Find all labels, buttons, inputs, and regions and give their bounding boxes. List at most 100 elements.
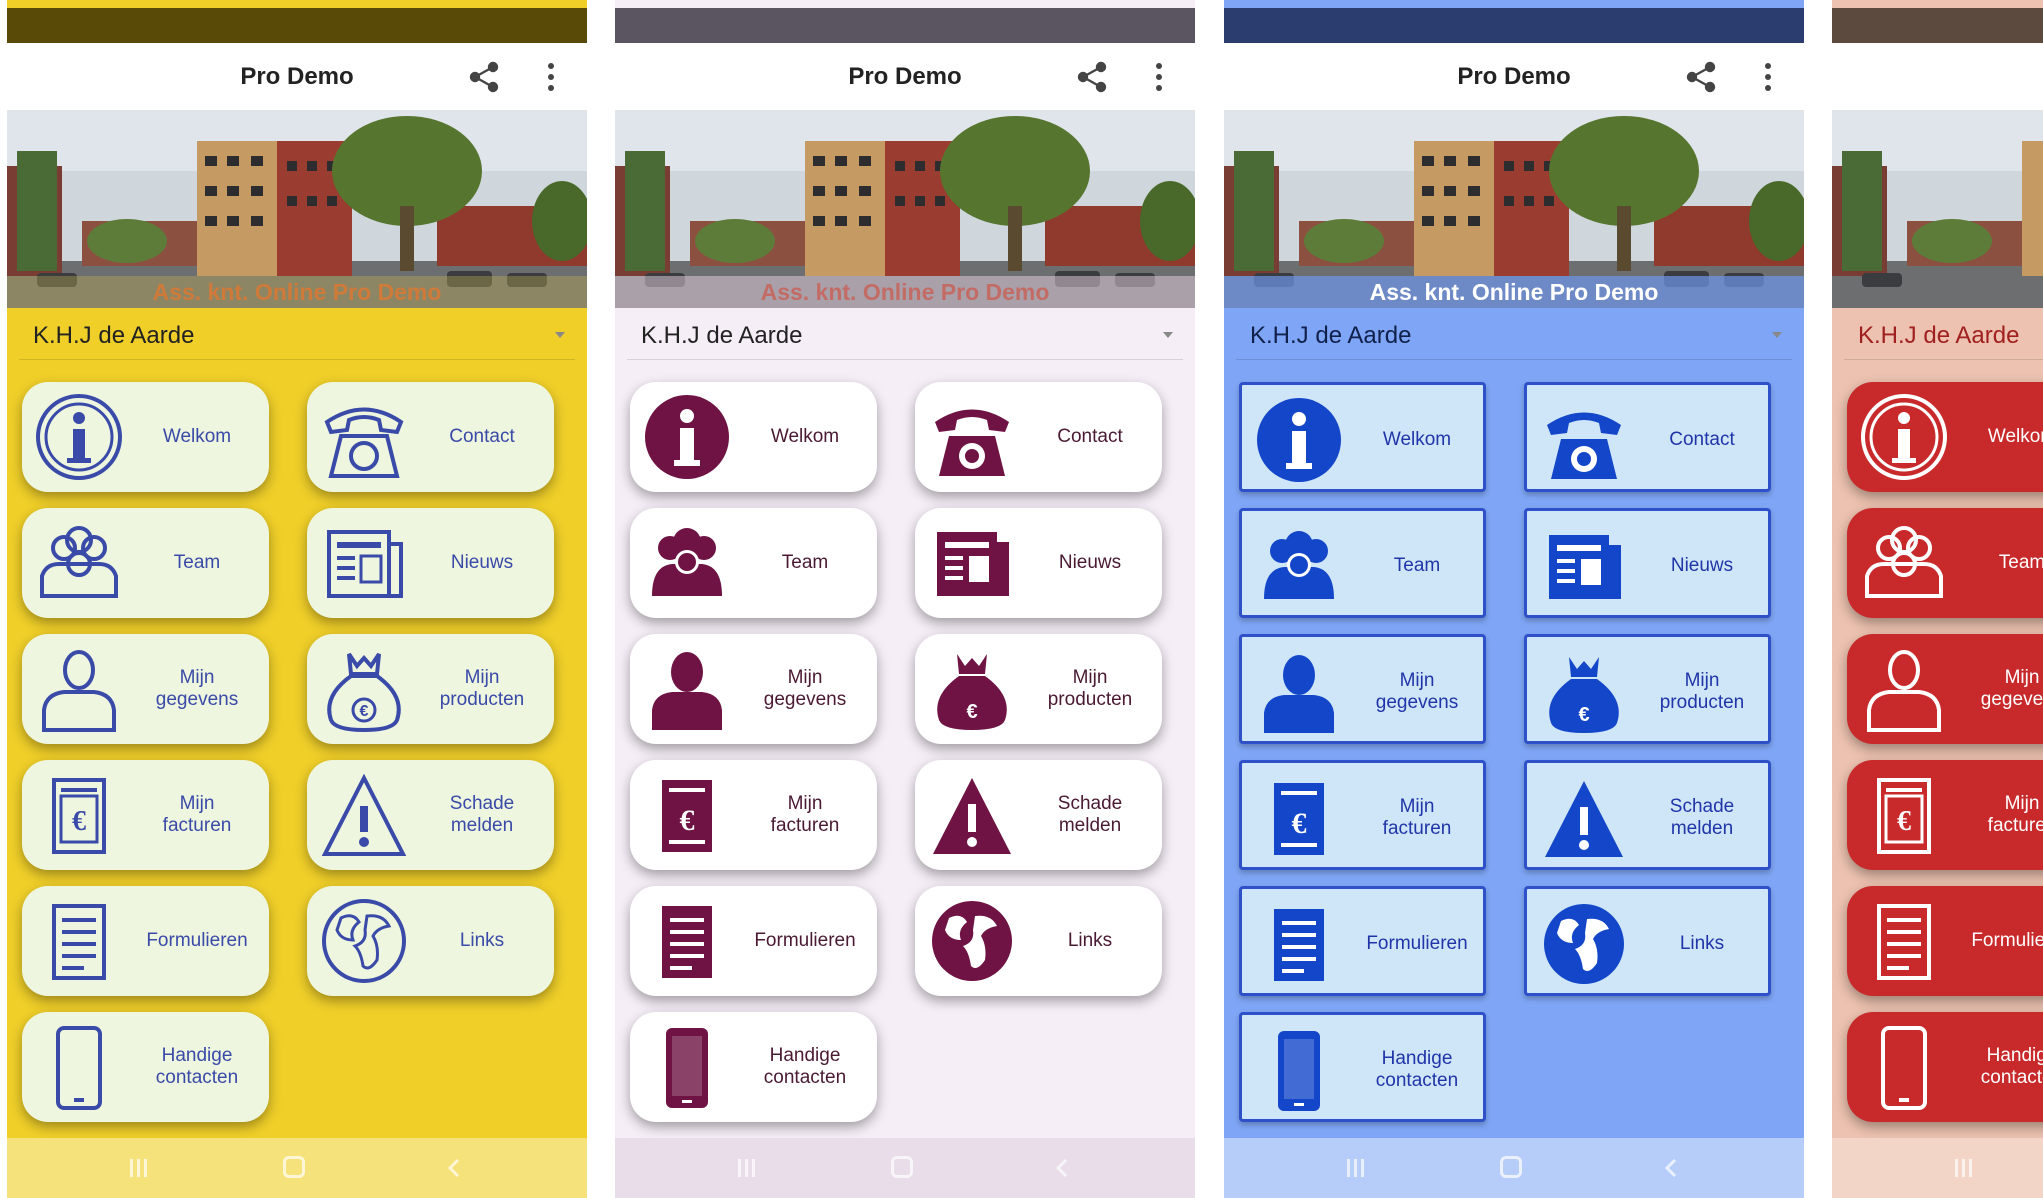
tile-user[interactable]: Mijn gegevens <box>1847 634 2043 744</box>
more-menu-icon[interactable] <box>1153 60 1165 94</box>
tile-team[interactable]: Team <box>630 508 877 618</box>
form-icon <box>1274 909 1324 981</box>
status-bar <box>615 8 1195 43</box>
tile-globe[interactable]: Links <box>915 886 1162 996</box>
tile-phone[interactable]: Handige contacten <box>1847 1012 2043 1122</box>
tile-money-bag[interactable]: € Mijn producten <box>1524 634 1771 744</box>
tile-invoice[interactable]: € Mijn facturen <box>22 760 269 870</box>
warning-icon <box>1545 781 1623 857</box>
info-icon <box>645 395 729 479</box>
tile-label: Links <box>1067 930 1113 951</box>
tile-user[interactable]: Mijn gegevens <box>630 634 877 744</box>
back-icon[interactable] <box>1664 1158 1678 1178</box>
home-icon[interactable] <box>283 1156 305 1178</box>
back-icon[interactable] <box>1055 1158 1069 1178</box>
globe-icon <box>932 901 1012 981</box>
share-icon[interactable] <box>1075 60 1109 94</box>
tile-label: Team <box>781 552 829 573</box>
tile-newspaper[interactable]: Nieuws <box>915 508 1162 618</box>
tile-user[interactable]: Mijn gegevens <box>1239 634 1486 744</box>
svg-text:€: € <box>72 806 86 837</box>
phone-screen-yellow: Pro Demo Ass. knt. Online Pro Demo K.H.J… <box>7 0 587 1198</box>
user-selector[interactable]: K.H.J de Aarde <box>1844 308 2043 360</box>
tile-team[interactable]: Team <box>1847 508 2043 618</box>
system-nav-bar <box>1832 1138 2043 1198</box>
warning-icon <box>933 778 1011 854</box>
tile-money-bag[interactable]: € Mijn producten <box>307 634 554 744</box>
user-icon <box>652 652 722 730</box>
tile-telephone[interactable]: Contact <box>307 382 554 492</box>
banner-caption: Ass. knt. Online Pro Demo <box>615 276 1195 308</box>
svg-text:€: € <box>966 701 977 723</box>
svg-text:€: € <box>360 703 369 720</box>
user-icon <box>42 650 116 732</box>
tile-user[interactable]: Mijn gegevens <box>22 634 269 744</box>
tile-info[interactable]: Welkom <box>1239 382 1486 492</box>
tile-form[interactable]: Formulieren <box>22 886 269 996</box>
share-icon[interactable] <box>1684 60 1718 94</box>
tile-invoice[interactable]: € Mijn facturen <box>630 760 877 870</box>
warning-icon <box>321 773 407 856</box>
home-icon[interactable] <box>891 1156 913 1178</box>
newspaper-icon <box>1549 535 1621 599</box>
tile-phone[interactable]: Handige contacten <box>22 1012 269 1122</box>
tile-telephone[interactable]: Contact <box>915 382 1162 492</box>
tile-team[interactable]: Team <box>1239 508 1486 618</box>
invoice-icon: € <box>52 778 106 854</box>
tile-label: Handige contacten <box>1375 1048 1459 1091</box>
tile-label: Mijn gegevens <box>1375 670 1459 713</box>
tile-label: Formulieren <box>754 930 856 951</box>
tile-info[interactable]: Welkom <box>1847 382 2043 492</box>
tile-newspaper[interactable]: Nieuws <box>1524 508 1771 618</box>
tile-info[interactable]: Welkom <box>22 382 269 492</box>
phone-screen-purple: Pro Demo Ass. knt. Online Pro Demo K.H.J… <box>615 0 1195 1198</box>
tile-warning[interactable]: Schade melden <box>915 760 1162 870</box>
recent-apps-icon[interactable] <box>1952 1158 1976 1178</box>
newspaper-icon <box>327 530 403 598</box>
tile-globe[interactable]: Links <box>1524 886 1771 996</box>
tile-label: Mijn facturen <box>162 793 232 836</box>
system-nav-bar <box>1224 1138 1804 1198</box>
tile-label: Formulieren <box>1971 930 2043 951</box>
tile-warning[interactable]: Schade melden <box>307 760 554 870</box>
tile-invoice[interactable]: € Mijn facturen <box>1239 760 1486 870</box>
tile-label: Mijn facturen <box>770 793 840 836</box>
user-selector[interactable]: K.H.J de Aarde <box>19 308 575 360</box>
banner-caption: Ass. knt. Online Pro Demo <box>1224 276 1804 308</box>
tile-label: Nieuws <box>450 552 514 573</box>
tile-phone[interactable]: Handige contacten <box>630 1012 877 1122</box>
recent-apps-icon[interactable] <box>735 1158 759 1178</box>
dropdown-arrow-icon <box>1163 332 1173 338</box>
tile-label: Mijn facturen <box>1382 796 1452 839</box>
more-menu-icon[interactable] <box>545 60 557 94</box>
more-menu-icon[interactable] <box>1762 60 1774 94</box>
user-selector[interactable]: K.H.J de Aarde <box>627 308 1183 360</box>
tile-label: Contact <box>1057 426 1123 447</box>
tile-form[interactable]: Formulieren <box>630 886 877 996</box>
tile-phone[interactable]: Handige contacten <box>1239 1012 1486 1122</box>
app-bar: Pro Demo <box>1224 43 1804 111</box>
home-icon[interactable] <box>1500 1156 1522 1178</box>
screen-content: Pro Demo Ass. knt. Online Pro Demo K.H.J… <box>1224 0 1804 1198</box>
info-icon <box>36 394 122 480</box>
user-selector[interactable]: K.H.J de Aarde <box>1236 308 1792 360</box>
tile-label: Links <box>1679 933 1725 954</box>
tile-telephone[interactable]: Contact <box>1524 382 1771 492</box>
phone-screen-red: K.H.J de Aarde WelkomContactTeamNieuwsMi… <box>1832 0 2043 1198</box>
tile-globe[interactable]: Links <box>307 886 554 996</box>
tile-team[interactable]: Team <box>22 508 269 618</box>
tile-newspaper[interactable]: Nieuws <box>307 508 554 618</box>
tile-warning[interactable]: Schade melden <box>1524 760 1771 870</box>
form-icon <box>52 904 106 980</box>
tile-label: Schade melden <box>449 793 515 836</box>
share-icon[interactable] <box>467 60 501 94</box>
screen-content: Pro Demo Ass. knt. Online Pro Demo K.H.J… <box>7 0 587 1198</box>
tile-info[interactable]: Welkom <box>630 382 877 492</box>
tile-form[interactable]: Formulieren <box>1239 886 1486 996</box>
tile-money-bag[interactable]: € Mijn producten <box>915 634 1162 744</box>
back-icon[interactable] <box>447 1158 461 1178</box>
tile-form[interactable]: Formulieren <box>1847 886 2043 996</box>
recent-apps-icon[interactable] <box>1344 1158 1368 1178</box>
recent-apps-icon[interactable] <box>127 1158 151 1178</box>
tile-invoice[interactable]: € Mijn facturen <box>1847 760 2043 870</box>
